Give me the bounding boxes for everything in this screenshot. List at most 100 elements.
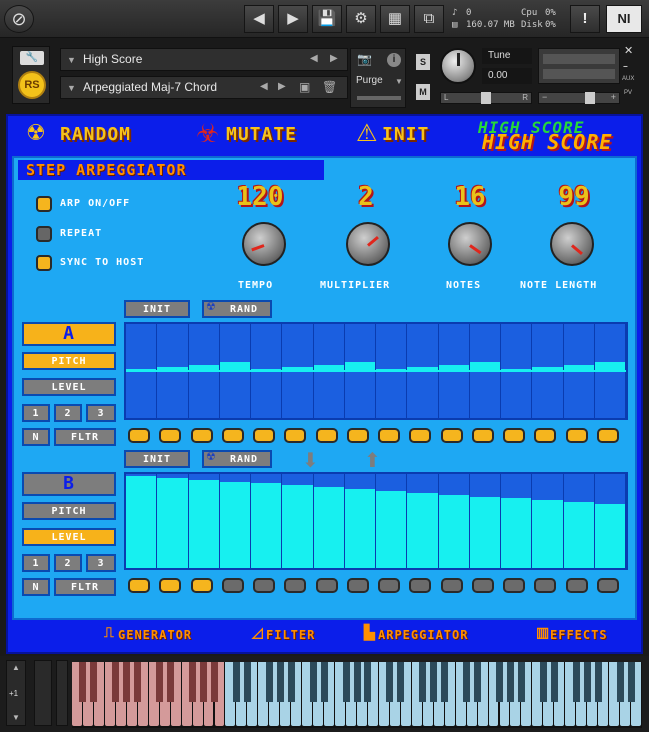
lane-a-pitch-button[interactable]: PITCH: [22, 352, 116, 370]
mute-button[interactable]: M: [416, 84, 430, 100]
black-key[interactable]: [616, 662, 624, 702]
lane-a-step-grid[interactable]: [124, 322, 628, 420]
preset-save-icon[interactable]: ▣: [299, 80, 310, 94]
black-key[interactable]: [594, 662, 602, 702]
lane-a-step-pad[interactable]: [534, 428, 557, 443]
tune-knob[interactable]: [440, 48, 476, 84]
lane-b-filter-button[interactable]: FLTR: [54, 578, 116, 596]
black-key[interactable]: [583, 662, 591, 702]
minimize-icon[interactable]: −: [623, 62, 628, 71]
lane-b-step-pad[interactable]: [534, 578, 557, 593]
lane-b-step[interactable]: [282, 474, 314, 568]
lane-a-step-pad[interactable]: [128, 428, 150, 443]
purge-label[interactable]: Purge: [356, 75, 383, 86]
nav-effects[interactable]: EFFECTS: [550, 628, 608, 642]
dropdown-icon[interactable]: ▼: [67, 55, 76, 65]
instrument-icon[interactable]: 🔧 RS: [12, 46, 50, 104]
black-key[interactable]: [364, 662, 372, 702]
black-key[interactable]: [287, 662, 295, 702]
lane-b-step-pad[interactable]: [315, 578, 338, 593]
lane-a-step-pad[interactable]: [346, 428, 369, 443]
kontakt-logo-icon[interactable]: ⊘: [4, 5, 34, 33]
lane-b-step[interactable]: [501, 474, 533, 568]
octave-up-icon[interactable]: ▲: [12, 663, 20, 672]
piano-keyboard[interactable]: [72, 662, 642, 728]
lane-b-shape-2[interactable]: 2: [54, 554, 82, 572]
arp-onoff-led[interactable]: [36, 196, 52, 212]
lane-b-step[interactable]: [313, 474, 345, 568]
pan-handle[interactable]: [481, 92, 491, 104]
lane-a-random-button[interactable]: N: [22, 428, 50, 446]
lane-b-step[interactable]: [563, 474, 595, 568]
ni-brand-icon[interactable]: NI: [606, 5, 642, 33]
save-icon[interactable]: 💾: [312, 5, 342, 33]
black-key[interactable]: [386, 662, 394, 702]
lane-b-step-grid[interactable]: [124, 472, 628, 570]
black-key[interactable]: [627, 662, 635, 702]
black-key[interactable]: [342, 662, 350, 702]
lane-a-step-pad[interactable]: [315, 428, 338, 443]
purge-dropdown-icon[interactable]: ▼: [395, 77, 403, 86]
view-icon[interactable]: ▦: [380, 5, 410, 33]
wrench-icon[interactable]: 🔧: [20, 51, 44, 65]
lane-b-step-pad[interactable]: [471, 578, 494, 593]
aux-label[interactable]: AUX: [622, 76, 634, 82]
lane-a-step-pad[interactable]: [409, 428, 432, 443]
lane-b-step-pad[interactable]: [284, 578, 307, 593]
pv-label[interactable]: PV: [624, 90, 632, 96]
lane-a-shape-3[interactable]: 3: [86, 404, 116, 422]
gear-icon[interactable]: ⚙: [346, 5, 376, 33]
black-key[interactable]: [90, 662, 98, 702]
lane-b-shape-1[interactable]: 1: [22, 554, 50, 572]
lane-b-step-pad[interactable]: [253, 578, 275, 593]
warning-icon[interactable]: !: [570, 5, 600, 33]
lane-b-step[interactable]: [407, 474, 439, 568]
black-key[interactable]: [276, 662, 284, 702]
lane-b-init-button[interactable]: INIT: [124, 450, 190, 468]
close-icon[interactable]: ✕: [624, 44, 633, 57]
lane-b-step[interactable]: [532, 474, 564, 568]
arrow-down-icon[interactable]: ⬇: [302, 448, 319, 473]
nav-arpeggiator[interactable]: ARPEGGIATOR: [378, 628, 468, 642]
black-key[interactable]: [79, 662, 87, 702]
lane-b-shape-3[interactable]: 3: [86, 554, 116, 572]
black-key[interactable]: [550, 662, 558, 702]
lane-a-filter-button[interactable]: FLTR: [54, 428, 116, 446]
preset-prev-icon[interactable]: ◀: [260, 81, 268, 92]
black-key[interactable]: [496, 662, 503, 702]
lane-a-step-pad[interactable]: [221, 428, 244, 443]
lane-b-step-pad[interactable]: [221, 578, 244, 593]
title-next-icon[interactable]: ▶: [330, 53, 338, 64]
notes-knob[interactable]: [448, 222, 492, 266]
nav-generator[interactable]: GENERATOR: [118, 628, 192, 642]
black-key[interactable]: [441, 662, 449, 702]
lane-b-step-pad[interactable]: [503, 578, 525, 593]
solo-button[interactable]: S: [416, 54, 430, 70]
black-key[interactable]: [353, 662, 361, 702]
lane-a-level-button[interactable]: LEVEL: [22, 378, 116, 396]
lane-a-shape-2[interactable]: 2: [54, 404, 82, 422]
black-key[interactable]: [506, 662, 514, 702]
volume-handle[interactable]: [585, 92, 595, 104]
pitch-wheel[interactable]: [34, 660, 52, 726]
arrow-up-icon[interactable]: ⬆: [364, 448, 381, 473]
lane-a-step-pad[interactable]: [284, 428, 307, 443]
mutate-button[interactable]: MUTATE: [226, 124, 297, 145]
random-button[interactable]: RANDOM: [60, 124, 131, 145]
lane-b-step[interactable]: [188, 474, 220, 568]
black-key[interactable]: [419, 662, 427, 702]
lane-b-level-button[interactable]: LEVEL: [22, 528, 116, 546]
resize-icon[interactable]: ⧉: [414, 5, 444, 33]
black-key[interactable]: [397, 662, 405, 702]
lane-a-step-pad[interactable]: [565, 428, 588, 443]
black-key[interactable]: [232, 662, 240, 702]
black-key[interactable]: [517, 662, 525, 702]
lane-a-step-pad[interactable]: [253, 428, 275, 443]
black-key[interactable]: [167, 662, 175, 702]
lane-b-step-pad[interactable]: [128, 578, 150, 593]
lane-a-step-pad[interactable]: [440, 428, 463, 443]
black-key[interactable]: [463, 662, 471, 702]
instrument-title[interactable]: High Score: [60, 48, 348, 71]
multiplier-knob[interactable]: [346, 222, 390, 266]
black-key[interactable]: [123, 662, 131, 702]
